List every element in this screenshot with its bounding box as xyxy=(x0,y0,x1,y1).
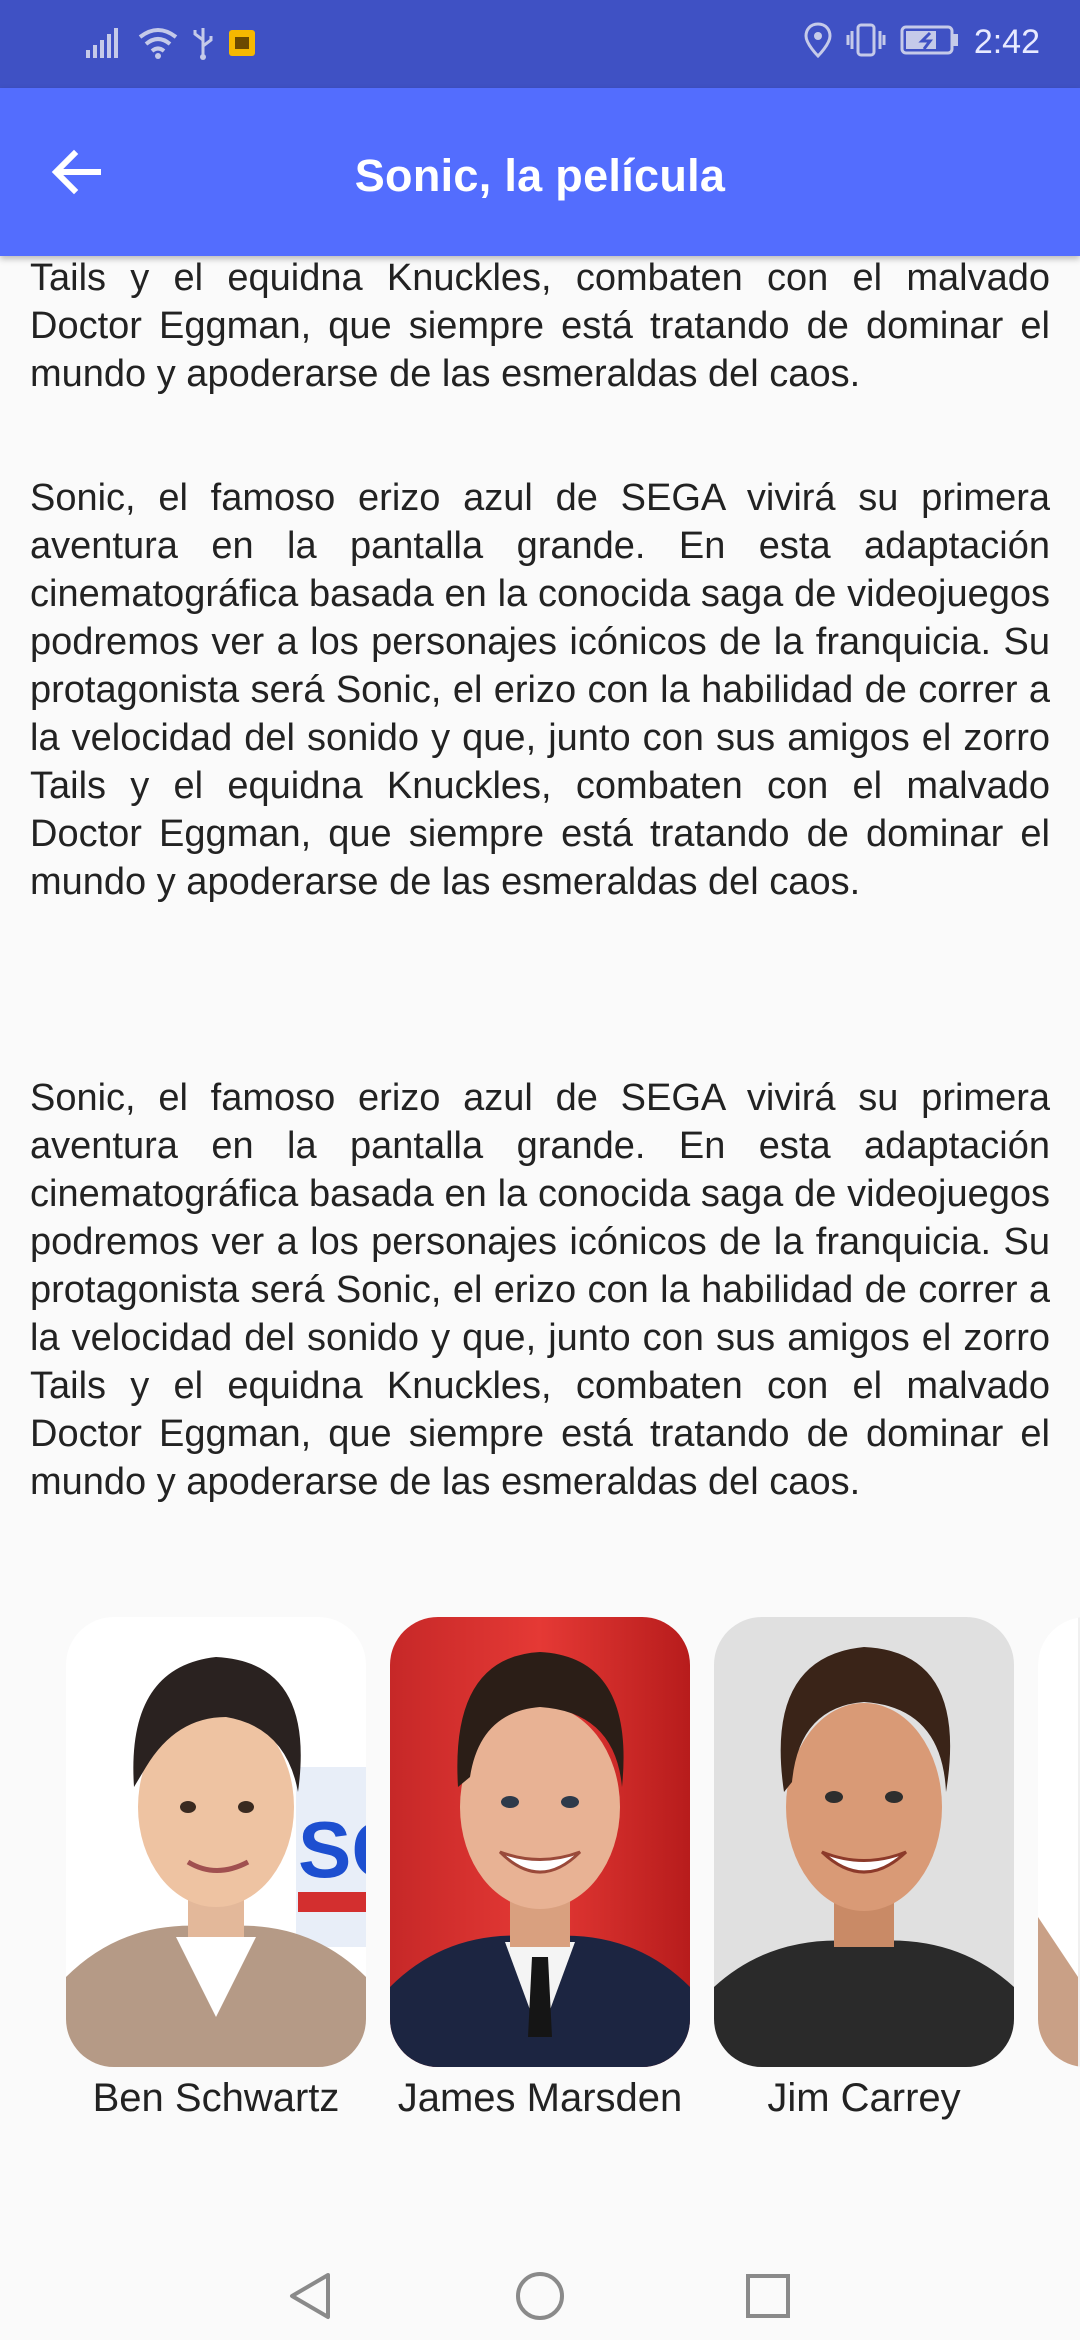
signal-icon xyxy=(86,28,124,63)
description-paragraph: Sonic, el famoso erizo azul de SEGA vivi… xyxy=(30,477,1050,903)
description-paragraph: Sonic, el famoso erizo azul de SEGA vivi… xyxy=(30,257,1050,395)
app-bar: Sonic, la película xyxy=(0,88,1080,256)
description-paragraph: Sonic, el famoso erizo azul de SEGA vivi… xyxy=(30,1077,1050,1503)
status-time: 2:42 xyxy=(973,23,1040,61)
cast-name: Jim Carrey xyxy=(767,2076,961,2120)
cast-card[interactable]: SC Ben Schwartz xyxy=(66,1617,366,2137)
cast-name: Ben Schwartz xyxy=(92,2076,340,2120)
cast-card[interactable]: James Marsden xyxy=(390,1617,690,2137)
nav-home-button[interactable] xyxy=(510,2268,570,2328)
recents-square-icon xyxy=(744,2272,792,2325)
status-left-icons xyxy=(86,26,256,65)
home-circle-icon xyxy=(514,2270,566,2327)
cast-photo: SC xyxy=(66,1617,366,2067)
status-right-icons: 2:42 xyxy=(804,22,1040,63)
wifi-icon xyxy=(138,27,178,64)
cast-photo xyxy=(1038,1617,1080,2067)
battery-icon xyxy=(900,25,960,60)
status-bar: 2:42 xyxy=(0,0,1080,88)
notification-icon xyxy=(228,29,256,62)
page-title: Sonic, la película xyxy=(354,150,726,201)
nav-back-button[interactable] xyxy=(280,2268,340,2328)
vibrate-icon xyxy=(846,23,886,62)
system-nav-bar xyxy=(0,2252,1080,2340)
cast-name: James Marsden xyxy=(397,2076,683,2120)
cast-photo xyxy=(390,1617,690,2067)
usb-icon xyxy=(192,26,214,65)
nav-recents-button[interactable] xyxy=(738,2268,798,2328)
cast-card[interactable]: T xyxy=(1038,1617,1080,2137)
back-triangle-icon xyxy=(286,2271,334,2326)
content-scroll[interactable]: Sonic, el famoso erizo azul de SEGA vivi… xyxy=(0,256,1080,2252)
location-icon xyxy=(804,22,832,63)
cast-card[interactable]: Jim Carrey xyxy=(714,1617,1014,2137)
svg-text:SC: SC xyxy=(298,1805,366,1894)
screen: 2:42 Sonic, la película Sonic, el famoso… xyxy=(0,0,1080,2340)
cast-carousel[interactable]: SC Ben Schwartz xyxy=(0,1617,1080,2137)
cast-photo xyxy=(714,1617,1014,2067)
